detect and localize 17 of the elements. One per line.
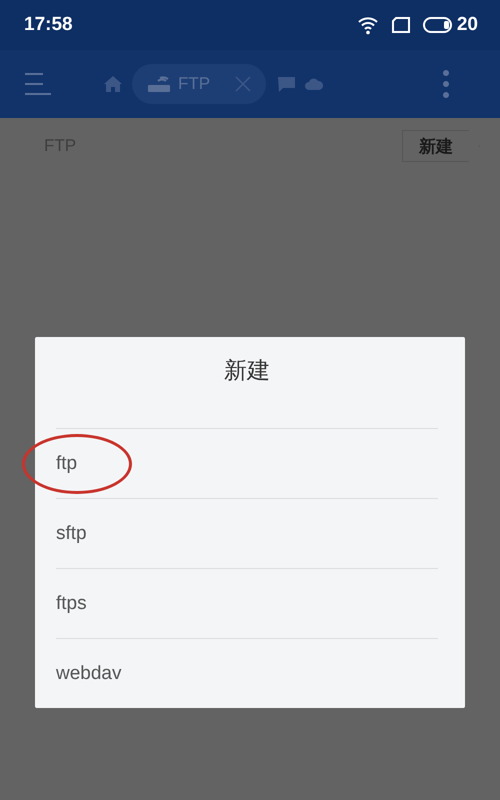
more-icon[interactable]	[442, 70, 450, 98]
home-icon[interactable]	[104, 76, 122, 92]
menu-icon[interactable]	[24, 72, 52, 96]
protocol-option[interactable]: ftp	[56, 452, 78, 474]
battery-level: 20	[456, 14, 478, 36]
protocol-option[interactable]: sftp	[56, 522, 87, 544]
sim-icon	[390, 16, 411, 34]
chat-icon[interactable]	[278, 76, 296, 92]
battery-icon	[422, 17, 453, 33]
status-time: 17:58	[24, 14, 74, 36]
router-icon	[148, 75, 170, 93]
wifi-icon	[356, 15, 379, 35]
cloud-icon[interactable]	[305, 78, 324, 90]
close-icon	[234, 75, 252, 93]
protocol-option[interactable]: webdav	[56, 662, 122, 684]
dialog-title: 新建	[56, 337, 438, 429]
protocol-option[interactable]: ftps	[56, 592, 87, 614]
